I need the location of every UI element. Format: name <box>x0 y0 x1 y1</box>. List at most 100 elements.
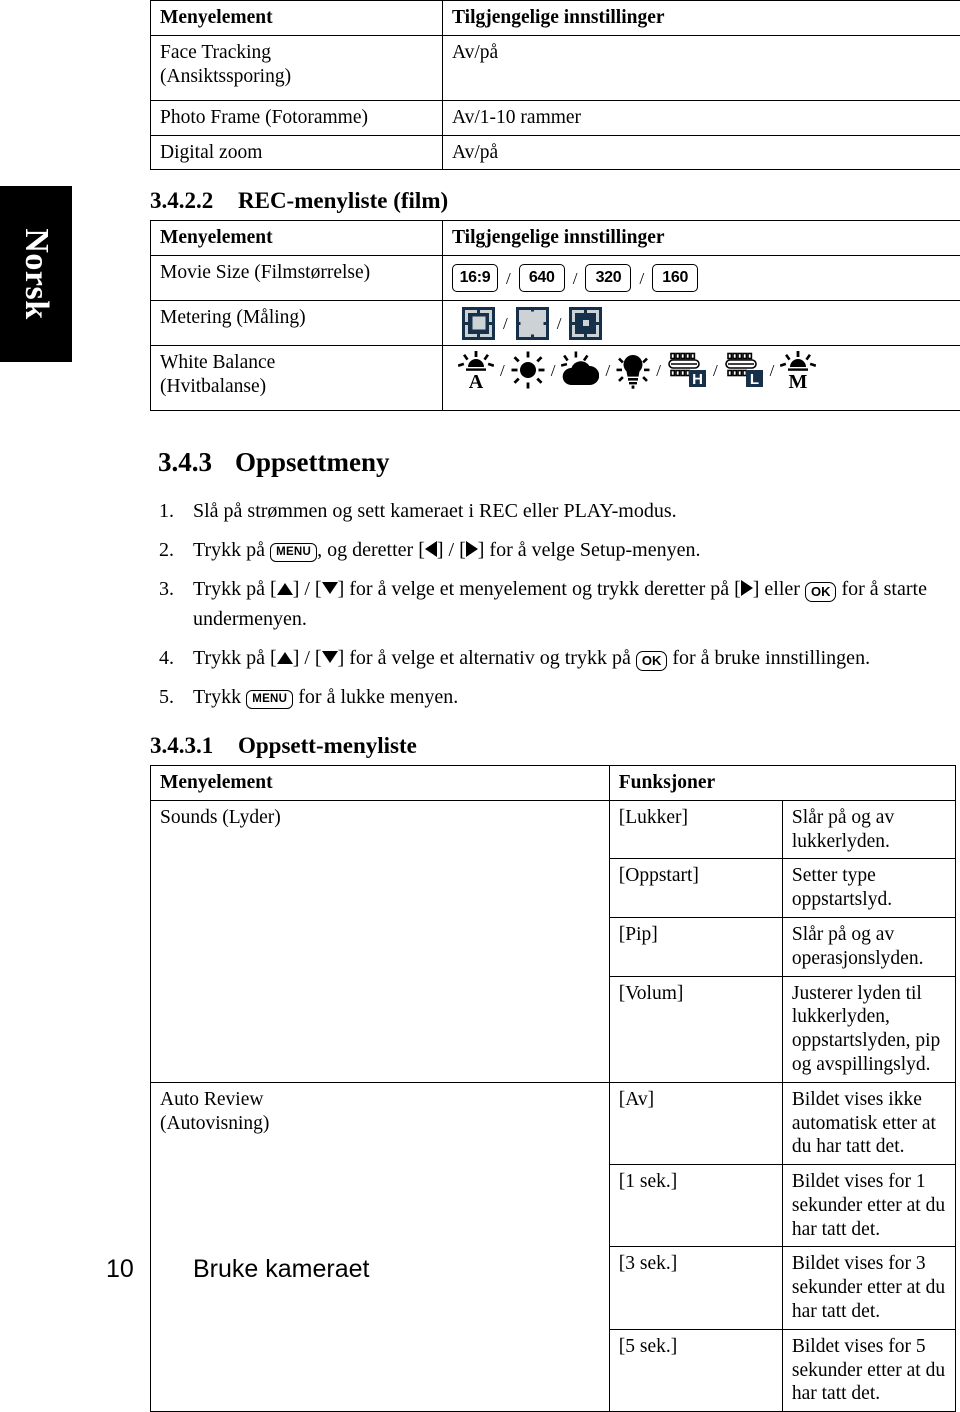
heading-rec-movie-menu: 3.4.2.2REC-menyliste (film) <box>150 188 956 214</box>
menu-item-label-line1: Face Tracking <box>160 41 433 65</box>
column-header-menu-item: Menyelement <box>151 766 610 801</box>
separator: / <box>499 362 506 379</box>
list-item: 1. Slå på strømmen og sett kameraet i RE… <box>150 496 956 526</box>
step-text: Trykk på <box>193 539 270 561</box>
step-text: Trykk på [ <box>193 647 277 669</box>
settings-cell: A / <box>443 346 960 411</box>
step-number: 5. <box>159 682 185 712</box>
footer-title: Bruke kameraet <box>193 1255 369 1284</box>
ok-button-icon[interactable]: OK <box>636 651 668 671</box>
table-row: Auto Review (Autovisning) [Av] Bildet vi… <box>151 1082 956 1164</box>
description-cell: Bildet vises ikke automatisk etter at du… <box>782 1082 955 1164</box>
page-content: Menyelement Tilgjengelige innstillinger … <box>150 0 956 1412</box>
menu-button-icon[interactable]: MENU <box>246 690 293 709</box>
menu-button-icon[interactable]: MENU <box>270 543 317 562</box>
metering-center-icon <box>462 307 495 340</box>
step-number: 3. <box>159 574 185 604</box>
rec-movie-menu-table: Menyelement Tilgjengelige innstillinger … <box>150 220 960 411</box>
step-text: Trykk på [ <box>193 578 277 600</box>
separator: / <box>638 270 645 287</box>
menu-item-cell: Digital zoom <box>151 135 443 170</box>
table-header-row: Menyelement Funksjoner <box>151 766 956 801</box>
metering-options: / / <box>452 306 960 340</box>
menu-item-cell: White Balance (Hvitbalanse) <box>151 346 443 411</box>
separator: / <box>604 362 611 379</box>
movie-size-320-icon: 320 <box>585 264 631 292</box>
menu-item-label-line1: Auto Review <box>160 1088 600 1112</box>
table-row: Sounds (Lyder) [Lukker] Slår på og av lu… <box>151 800 956 859</box>
description-cell: Slår på og av operasjonslyden. <box>782 918 955 977</box>
arrow-right-icon[interactable] <box>741 580 753 596</box>
svg-text:M: M <box>789 371 808 389</box>
rec-movie-menu-table-wrapper: Menyelement Tilgjengelige innstillinger … <box>150 220 956 411</box>
menu-item-label-line1: White Balance <box>160 351 433 375</box>
wb-fluorescent-l-icon: L <box>724 351 764 389</box>
table-row-movie-size: Movie Size (Filmstørrelse) 16:9 / 640 / … <box>151 256 960 301</box>
step-text: ] for å velge Setup-menyen. <box>478 539 701 561</box>
heading-title: Oppsett-menyliste <box>238 733 417 758</box>
table-header-row: Menyelement Tilgjengelige innstillinger <box>151 1 960 36</box>
arrow-up-icon[interactable] <box>277 652 293 664</box>
rec-photo-menu-table: Menyelement Tilgjengelige innstillinger … <box>150 0 960 170</box>
menu-item-cell: Photo Frame (Fotoramme) <box>151 100 443 135</box>
table-header-row: Menyelement Tilgjengelige innstillinger <box>151 221 960 256</box>
separator: / <box>502 315 509 332</box>
arrow-up-icon[interactable] <box>277 583 293 595</box>
heading-title: REC-menyliste (film) <box>238 188 448 213</box>
option-cell: [Pip] <box>609 918 782 977</box>
movie-size-16-9-icon: 16:9 <box>452 264 498 292</box>
option-cell: [Volum] <box>609 976 782 1082</box>
description-cell: Bildet vises for 1 sekunder etter at du … <box>782 1165 955 1247</box>
description-cell: Bildet vises for 5 sekunder etter at du … <box>782 1329 955 1411</box>
step-text: ] eller <box>753 578 805 600</box>
wb-cloudy-icon <box>561 351 599 389</box>
column-header-settings: Tilgjengelige innstillinger <box>443 1 960 36</box>
white-balance-options: A / <box>452 351 960 389</box>
column-header-settings: Tilgjengelige innstillinger <box>443 221 960 256</box>
step-text: ] for å velge et alternativ og trykk på <box>338 647 636 669</box>
list-item: 3. Trykk på [] / [] for å velge et menye… <box>150 574 956 634</box>
rec-photo-menu-table-wrapper: Menyelement Tilgjengelige innstillinger … <box>150 0 956 170</box>
step-number: 4. <box>159 643 185 673</box>
table-row: Digital zoom Av/på <box>151 135 960 170</box>
menu-item-cell: Metering (Måling) <box>151 301 443 346</box>
step-text: , og deretter [ <box>317 539 425 561</box>
footer-page-number: 10 <box>106 1255 134 1284</box>
option-cell: [Oppstart] <box>609 859 782 918</box>
separator: / <box>712 362 719 379</box>
svg-text:H: H <box>692 371 703 388</box>
settings-cell: Av/1-10 rammer <box>443 100 960 135</box>
arrow-down-icon[interactable] <box>322 651 338 663</box>
separator: / <box>655 362 662 379</box>
svg-text:L: L <box>750 371 759 388</box>
step-text: for å lukke menyen. <box>293 686 458 708</box>
heading-title: Oppsettmeny <box>235 447 390 477</box>
step-number: 2. <box>159 535 185 565</box>
settings-cell: Av/på <box>443 135 960 170</box>
heading-number: 3.4.2.2 <box>150 188 238 214</box>
separator: / <box>769 362 776 379</box>
list-item: 2. Trykk på MENU, og deretter [ ] / [ ] fo… <box>150 535 956 565</box>
movie-size-160-icon: 160 <box>652 264 698 292</box>
metering-average-icon <box>516 307 549 340</box>
movie-size-options: 16:9 / 640 / 320 / 160 <box>452 261 960 295</box>
table-row: Face Tracking (Ansiktssporing) Av/på <box>151 35 960 100</box>
arrow-right-icon[interactable] <box>466 541 478 557</box>
step-number: 1. <box>159 496 185 526</box>
separator: / <box>556 315 563 332</box>
ok-button-icon[interactable]: OK <box>805 582 837 602</box>
option-cell: [Av] <box>609 1082 782 1164</box>
menu-item-cell: Auto Review (Autovisning) <box>151 1082 610 1411</box>
table-row-white-balance: White Balance (Hvitbalanse) <box>151 346 960 411</box>
arrow-left-icon[interactable] <box>425 541 437 557</box>
arrow-down-icon[interactable] <box>322 582 338 594</box>
movie-size-640-icon: 640 <box>519 264 565 292</box>
settings-cell: 16:9 / 640 / 320 / 160 <box>443 256 960 301</box>
metering-spot-icon <box>569 307 602 340</box>
option-cell: [Lukker] <box>609 800 782 859</box>
description-cell: Slår på og av lukkerlyden. <box>782 800 955 859</box>
option-cell: [1 sek.] <box>609 1165 782 1247</box>
step-text: ] / [ <box>437 539 466 561</box>
settings-cell: / / <box>443 301 960 346</box>
table-row: Photo Frame (Fotoramme) Av/1-10 rammer <box>151 100 960 135</box>
